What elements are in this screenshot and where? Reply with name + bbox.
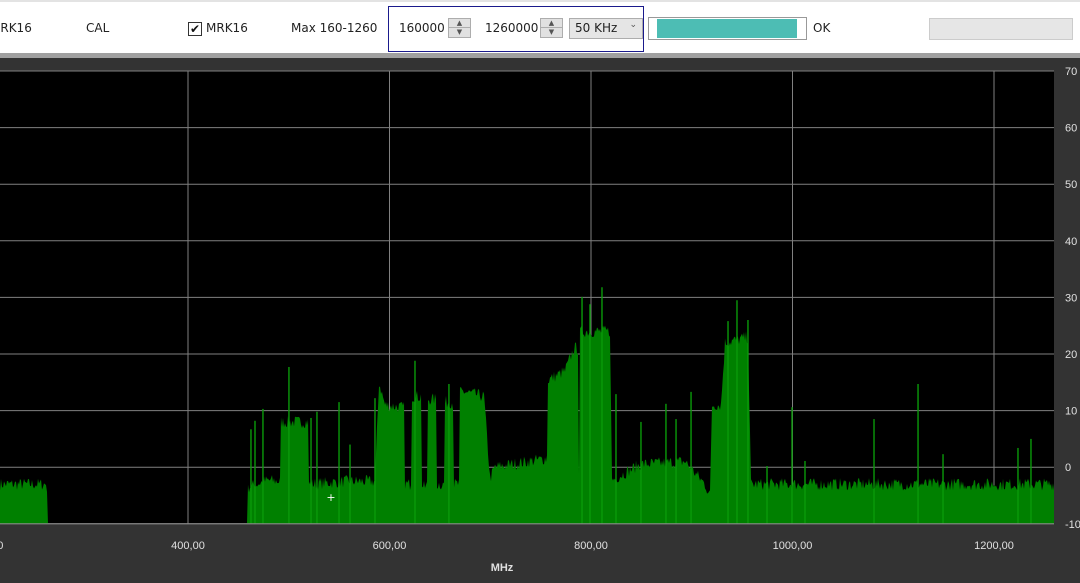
x-tick-label: 400,00 bbox=[171, 540, 205, 552]
cursor-crosshair-icon: + bbox=[326, 491, 335, 504]
step-select-value: 50 KHz bbox=[575, 21, 618, 35]
x-axis-label: MHz bbox=[491, 562, 514, 574]
range-label: Max 160-1260 bbox=[291, 21, 378, 35]
y-tick-label: 20 bbox=[1065, 349, 1077, 361]
start-frequency-input[interactable]: 160000 bbox=[399, 21, 445, 35]
arrow-down-icon[interactable]: ▼ bbox=[541, 28, 562, 37]
chevron-down-icon: ⌄ bbox=[629, 20, 637, 30]
spectrum-chart[interactable]: +200,00 400,00 600,00 800,00 1000,00 1200,00 7… bbox=[0, 58, 1080, 583]
y-tick-label: 10 bbox=[1065, 406, 1077, 418]
marker-label: MRK16 bbox=[0, 21, 32, 35]
y-tick-label: 40 bbox=[1065, 236, 1077, 248]
toolbar: MRK16 CAL ✔ MRK16 Max 160-1260 160000 ▲▼… bbox=[0, 0, 1080, 53]
status-text: OK bbox=[813, 21, 831, 35]
y-tick-label: 50 bbox=[1065, 179, 1077, 191]
y-tick-label: 0 bbox=[1065, 462, 1071, 474]
x-tick-label: 800,00 bbox=[574, 540, 608, 552]
step-select[interactable]: 50 KHz ⌄ bbox=[569, 18, 643, 39]
status-field bbox=[929, 18, 1073, 40]
stop-frequency-input[interactable]: 1260000 bbox=[485, 21, 538, 35]
scan-progress-fill bbox=[657, 19, 797, 38]
marker-checkbox-label: MRK16 bbox=[206, 21, 248, 35]
arrow-up-icon[interactable]: ▲ bbox=[449, 19, 470, 28]
marker-checkbox[interactable]: ✔ bbox=[188, 22, 202, 36]
y-tick-label: -10 bbox=[1065, 519, 1080, 531]
stop-frequency-spinner[interactable]: ▲ ▼ bbox=[540, 18, 563, 38]
scan-progress-bar bbox=[648, 17, 807, 40]
x-tick-label: 600,00 bbox=[373, 540, 407, 552]
y-tick-label: 60 bbox=[1065, 123, 1077, 135]
y-tick-label: 70 bbox=[1065, 66, 1077, 78]
x-tick-label: 1200,00 bbox=[974, 540, 1014, 552]
arrow-down-icon[interactable]: ▼ bbox=[449, 28, 470, 37]
x-tick-label: 1000,00 bbox=[773, 540, 813, 552]
arrow-up-icon[interactable]: ▲ bbox=[541, 19, 562, 28]
start-frequency-spinner[interactable]: ▲ ▼ bbox=[448, 18, 471, 38]
y-tick-label: 30 bbox=[1065, 292, 1077, 304]
x-tick-label: 200,00 bbox=[0, 540, 3, 552]
cal-button[interactable]: CAL bbox=[86, 21, 109, 35]
